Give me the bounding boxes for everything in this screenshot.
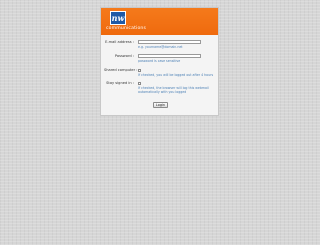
stay-signed-in-checkbox[interactable]: [138, 82, 141, 85]
shared-computer-hint: If checked, you will be logged out after…: [138, 73, 214, 77]
email-label: E-mail address :: [105, 39, 134, 44]
header-banner: nw communications: [101, 8, 218, 35]
email-field[interactable]: [138, 40, 201, 44]
stay-signed-in-hint-line2: automatically with you logged: [138, 90, 187, 94]
login-button[interactable]: Login: [153, 102, 168, 108]
logo-wordmark: communications: [106, 26, 147, 31]
email-hint: e.g. yourname@domain.net: [138, 45, 183, 49]
password-field[interactable]: [138, 54, 201, 58]
stay-signed-in-label: Stay signed in :: [106, 81, 134, 85]
password-label: Password :: [114, 53, 134, 58]
shared-computer-checkbox[interactable]: [138, 69, 141, 72]
logo-mark: nw: [110, 11, 126, 25]
login-panel: nw communications E-mail address : e.g. …: [100, 7, 219, 116]
password-hint: password is case sensitive: [138, 59, 181, 63]
logo-mark-text: nw: [111, 13, 125, 23]
shared-computer-label: Shared computer :: [104, 68, 138, 72]
